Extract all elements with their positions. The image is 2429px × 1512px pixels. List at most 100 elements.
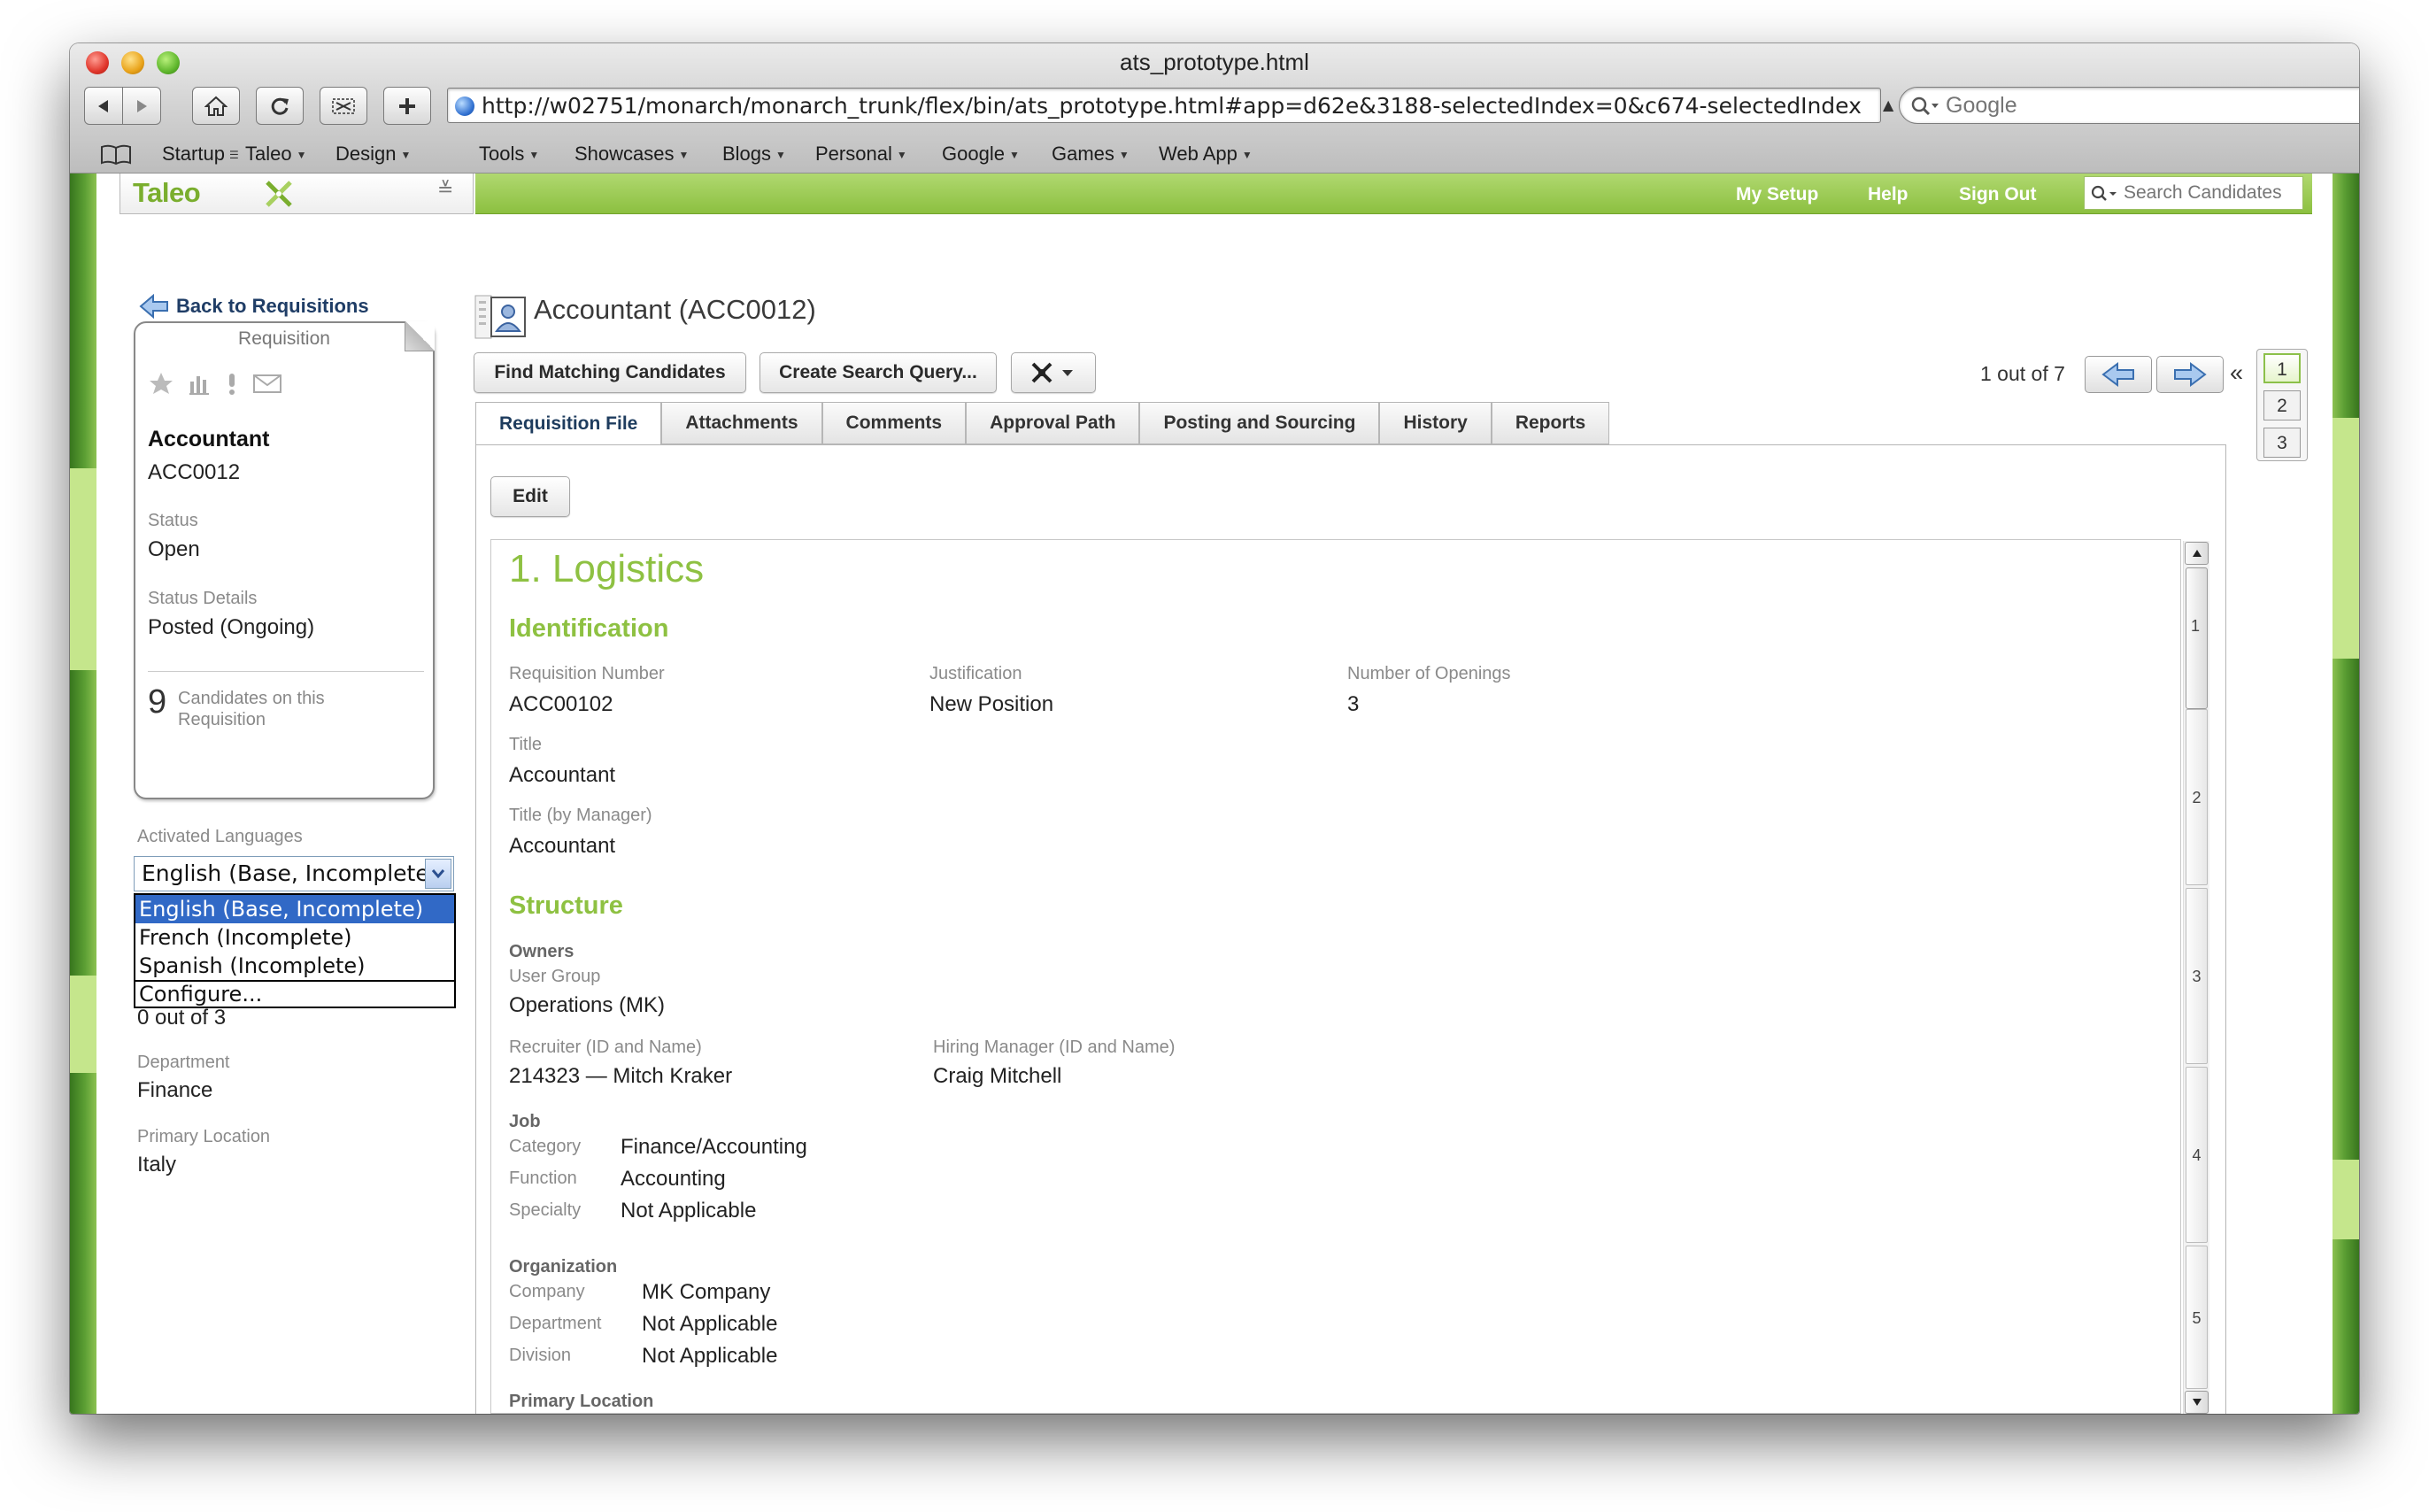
bookmark-games[interactable]: Games ▼ bbox=[1052, 143, 1130, 166]
find-matching-candidates-button[interactable]: Find Matching Candidates bbox=[474, 352, 746, 393]
tab-posting-and-sourcing[interactable]: Posting and Sourcing bbox=[1139, 402, 1380, 444]
language-option-french[interactable]: French (Incomplete) bbox=[135, 923, 454, 952]
bookmark-google[interactable]: Google ▼ bbox=[942, 143, 1020, 166]
back-to-requisitions-link[interactable]: Back to Requisitions bbox=[139, 294, 369, 319]
candidates-count[interactable]: 9 bbox=[148, 683, 166, 721]
create-search-query-button[interactable]: Create Search Query... bbox=[760, 352, 997, 393]
tab-comments[interactable]: Comments bbox=[821, 402, 967, 444]
bookmark-startup[interactable]: Startup ☰ bbox=[162, 143, 239, 166]
candidates-count-label: Candidates on this Requisition bbox=[178, 689, 325, 729]
primary-location-label: Primary Location bbox=[137, 1127, 271, 1146]
status-details-value: Posted (Ongoing) bbox=[148, 615, 315, 639]
browser-search-bar[interactable] bbox=[1899, 87, 2359, 124]
menu-lines-icon: ☰ bbox=[228, 149, 239, 161]
specialty-value: Not Applicable bbox=[621, 1199, 757, 1223]
organization-group: Organization bbox=[509, 1257, 618, 1277]
search-icon bbox=[2091, 185, 2117, 201]
requisition-form: 1. Logistics Identification Requisition … bbox=[490, 539, 2181, 1414]
status-details-label: Status Details bbox=[148, 589, 258, 608]
page-2-button[interactable]: 2 bbox=[2263, 390, 2301, 420]
star-icon[interactable] bbox=[148, 371, 174, 396]
url-input[interactable] bbox=[482, 91, 1875, 120]
plus-icon bbox=[399, 97, 415, 114]
sign-out-link[interactable]: Sign Out bbox=[1959, 184, 2037, 205]
reload-button[interactable] bbox=[256, 87, 304, 125]
tab-approval-path[interactable]: Approval Path bbox=[966, 402, 1140, 444]
more-actions-button[interactable] bbox=[1011, 352, 1096, 393]
bar-chart-icon[interactable] bbox=[189, 371, 212, 396]
scroll-section-5[interactable]: 5 bbox=[2186, 1246, 2208, 1389]
back-button[interactable] bbox=[84, 87, 123, 125]
company-label: Company bbox=[509, 1282, 585, 1301]
requisition-title: Accountant bbox=[148, 427, 270, 451]
owners-group: Owners bbox=[509, 942, 574, 961]
collapse-pages-button[interactable]: « bbox=[2230, 359, 2243, 387]
bookmark-blogs[interactable]: Blogs ▼ bbox=[722, 143, 786, 166]
bookmark-design[interactable]: Design ▼ bbox=[335, 143, 411, 166]
page-title: Accountant (ACC0012) bbox=[534, 294, 816, 325]
category-label: Category bbox=[509, 1137, 582, 1156]
scroll-up-button[interactable] bbox=[2185, 542, 2209, 565]
primary-location-value: Italy bbox=[137, 1153, 177, 1176]
language-select[interactable]: English (Base, Incomplete) bbox=[134, 856, 454, 891]
page-3-button[interactable]: 3 bbox=[2263, 428, 2301, 458]
window-title: ats_prototype.html bbox=[1120, 49, 1309, 75]
language-dropdown-list: English (Base, Incomplete) French (Incom… bbox=[134, 893, 456, 1008]
bookmark-web-app[interactable]: Web App ▼ bbox=[1159, 143, 1253, 166]
tab-requisition-file[interactable]: Requisition File bbox=[475, 402, 662, 446]
bookmark-taleo[interactable]: Taleo ▼ bbox=[245, 143, 306, 166]
chevron-down-icon: ▼ bbox=[1118, 149, 1130, 161]
previous-button[interactable] bbox=[2085, 356, 2152, 393]
scroll-down-button[interactable] bbox=[2185, 1391, 2209, 1414]
language-option-configure[interactable]: Configure... bbox=[135, 980, 454, 1007]
bookmark-tools[interactable]: Tools ▼ bbox=[479, 143, 539, 166]
org-department-label: Department bbox=[509, 1314, 602, 1333]
language-option-english[interactable]: English (Base, Incomplete) bbox=[135, 895, 454, 923]
arrow-right-icon bbox=[2174, 362, 2207, 387]
browser-search-input[interactable] bbox=[1946, 91, 2359, 120]
language-option-spanish[interactable]: Spanish (Incomplete) bbox=[135, 952, 454, 980]
url-dropdown-icon[interactable]: ▲ bbox=[1883, 96, 1893, 113]
page-1-button[interactable]: 1 bbox=[2263, 353, 2301, 383]
title-manager-label: Title (by Manager) bbox=[509, 806, 652, 825]
exclamation-icon[interactable] bbox=[226, 371, 238, 396]
scroll-section-3[interactable]: 3 bbox=[2186, 888, 2208, 1064]
left-decor-stripe bbox=[70, 174, 96, 1414]
tab-reports[interactable]: Reports bbox=[1491, 402, 1610, 444]
candidate-search-box[interactable] bbox=[2084, 176, 2303, 210]
structure-heading: Structure bbox=[509, 891, 623, 920]
edit-button[interactable]: Edit bbox=[490, 476, 570, 517]
tab-history[interactable]: History bbox=[1379, 402, 1492, 444]
tab-attachments[interactable]: Attachments bbox=[661, 402, 822, 444]
division-label: Division bbox=[509, 1346, 572, 1365]
reload-icon bbox=[271, 97, 289, 115]
req-number-label: Requisition Number bbox=[509, 664, 665, 683]
search-candidates-input[interactable] bbox=[2124, 180, 2297, 206]
arrow-left-icon bbox=[2101, 362, 2134, 387]
help-link[interactable]: Help bbox=[1868, 184, 1908, 205]
product-switcher[interactable]: Taleo ≚ bbox=[120, 174, 474, 214]
scissors-icon bbox=[332, 97, 355, 114]
bookmarks-book-icon[interactable] bbox=[100, 144, 132, 166]
bookmark-personal[interactable]: Personal ▼ bbox=[815, 143, 907, 166]
scroll-section-1[interactable]: 1 bbox=[2191, 617, 2200, 636]
scroll-thumb[interactable] bbox=[2186, 567, 2208, 709]
chevron-down-icon: ▼ bbox=[775, 149, 786, 161]
mail-icon[interactable] bbox=[252, 373, 282, 394]
next-button[interactable] bbox=[2156, 356, 2224, 393]
new-tab-button[interactable] bbox=[383, 87, 431, 125]
scroll-section-4[interactable]: 4 bbox=[2186, 1067, 2208, 1243]
my-setup-link[interactable]: My Setup bbox=[1736, 184, 1818, 205]
org-department-value: Not Applicable bbox=[642, 1312, 778, 1336]
home-button[interactable] bbox=[192, 87, 240, 125]
scroll-section-2[interactable]: 2 bbox=[2186, 709, 2208, 885]
dropdown-button[interactable] bbox=[425, 859, 451, 889]
address-bar[interactable] bbox=[447, 88, 1881, 123]
form-scrollbar[interactable]: 2 3 4 5 1 bbox=[2183, 541, 2209, 1414]
bookmark-showcases[interactable]: Showcases ▼ bbox=[574, 143, 689, 166]
language-selected-value: English (Base, Incomplete) bbox=[142, 860, 438, 886]
forward-button[interactable] bbox=[122, 87, 161, 125]
tab-bar: Requisition File Attachments Comments Ap… bbox=[475, 402, 1610, 446]
snip-button[interactable] bbox=[320, 87, 367, 125]
tab-panel: Edit 1. Logistics Identification Requisi… bbox=[475, 444, 2226, 1414]
